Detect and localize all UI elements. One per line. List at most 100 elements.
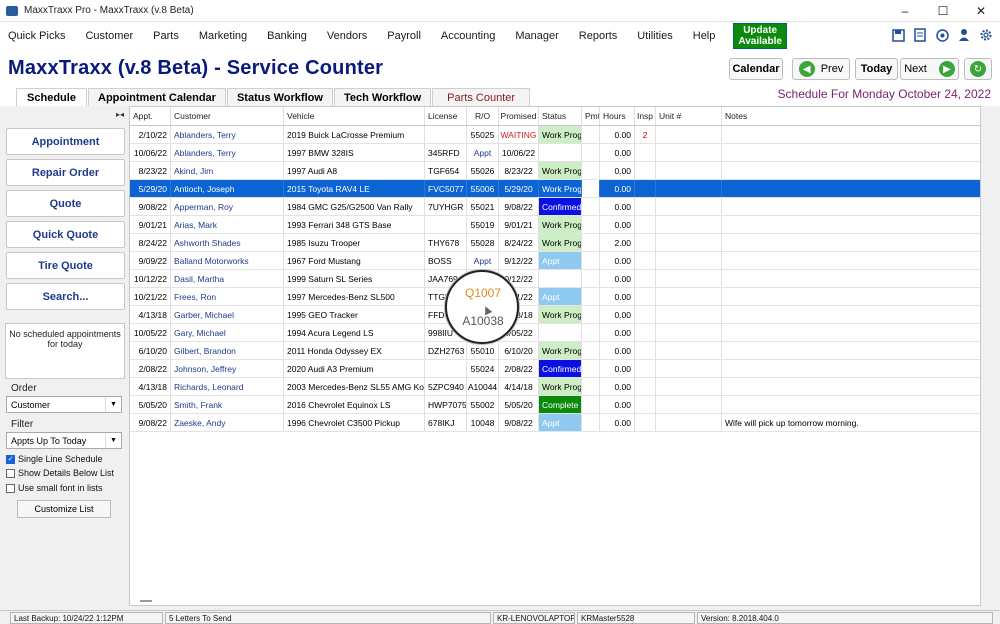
filter-select[interactable]: Appts Up To Today ▼ xyxy=(6,432,122,449)
table-row[interactable]: 10/06/22 Ablanders, Terry 1997 BMW 328IS 34… xyxy=(130,144,980,162)
search-button[interactable]: Search... xyxy=(6,283,125,310)
menu-vendors[interactable]: Vendors xyxy=(315,30,375,42)
menu-payroll[interactable]: Payroll xyxy=(375,30,429,42)
table-row[interactable]: 8/23/22 Akind, Jim 1997 Audi A8 TGF654 55026… xyxy=(130,162,980,180)
maximize-button[interactable]: ☐ xyxy=(924,0,962,22)
unit-number xyxy=(656,324,722,341)
pmt xyxy=(582,270,600,287)
col-promised[interactable]: Promised xyxy=(499,107,539,125)
table-row[interactable]: 9/08/22 Apperman, Roy 1984 GMC G25/G2500 V… xyxy=(130,198,980,216)
checkbox-box xyxy=(6,468,15,478)
quote-button[interactable]: Quote xyxy=(6,190,125,217)
status-badge: Appt xyxy=(539,414,582,431)
calendar-button[interactable]: Calendar xyxy=(729,58,783,80)
menu-manager[interactable]: Manager xyxy=(503,30,566,42)
menu-marketing[interactable]: Marketing xyxy=(187,30,255,42)
refresh-button[interactable]: ↻ xyxy=(964,58,992,80)
table-row[interactable]: 9/08/22 Zaeske, Andy 1996 Chevrolet C3500 … xyxy=(130,414,980,432)
phone-icon[interactable] xyxy=(934,26,950,44)
collapse-arrow-icon[interactable]: ▸◂ xyxy=(116,110,124,119)
tab-tech-workflow[interactable]: Tech Workflow xyxy=(333,88,432,106)
appt-date: 10/06/22 xyxy=(130,144,171,161)
menu-utilities[interactable]: Utilities xyxy=(625,30,680,42)
table-row[interactable]: 10/12/22 Dasil, Martha 1999 Saturn SL Seri… xyxy=(130,270,980,288)
unit-number xyxy=(656,144,722,161)
update-available-button[interactable]: Update Available xyxy=(733,23,787,49)
last-backup: Last Backup: 10/24/22 1:12PM xyxy=(10,612,163,624)
col-customer[interactable]: Customer xyxy=(171,107,284,125)
order-select[interactable]: Customer ▼ xyxy=(6,396,122,413)
status-badge xyxy=(539,324,582,341)
menu-quick-picks[interactable]: Quick Picks xyxy=(0,30,73,42)
appointment-button[interactable]: Appointment xyxy=(6,128,125,155)
col-license[interactable]: License xyxy=(425,107,467,125)
refresh-icon: ↻ xyxy=(970,61,986,77)
menu-accounting[interactable]: Accounting xyxy=(429,30,503,42)
col-hours[interactable]: Hours xyxy=(600,107,635,125)
table-row[interactable]: 4/13/18 Garber, Michael 1995 GEO Tracker FF… xyxy=(130,306,980,324)
today-button[interactable]: Today xyxy=(855,58,898,80)
table-row[interactable]: 6/10/20 Gilbert, Brandon 2011 Honda Odysse… xyxy=(130,342,980,360)
single-line-label: Single Line Schedule xyxy=(18,454,103,464)
col-ro[interactable]: R/O xyxy=(467,107,499,125)
show-details-checkbox[interactable]: Show Details Below List xyxy=(6,468,114,478)
prev-button[interactable]: ◀ Prev xyxy=(792,58,850,80)
appt-date: 10/05/22 xyxy=(130,324,171,341)
promised-date: 10/06/22 xyxy=(499,144,539,161)
table-row[interactable]: 2/08/22 Johnson, Jeffrey 2020 Audi A3 Prem… xyxy=(130,360,980,378)
table-row[interactable]: 4/13/18 Richards, Leonard 2003 Mercedes-Be… xyxy=(130,378,980,396)
repair-order-button[interactable]: Repair Order xyxy=(6,159,125,186)
col-vehicle[interactable]: Vehicle xyxy=(284,107,425,125)
quick-quote-button[interactable]: Quick Quote xyxy=(6,221,125,248)
table-row[interactable]: 10/21/22 Frees, Ron 1997 Mercedes-Benz SL5… xyxy=(130,288,980,306)
notes xyxy=(722,288,980,305)
vehicle: 2003 Mercedes-Benz SL55 AMG Ko xyxy=(284,378,425,395)
menu-customer[interactable]: Customer xyxy=(73,30,141,42)
table-row[interactable]: 9/01/21 Arias, Mark 1993 Ferrari 348 GTS B… xyxy=(130,216,980,234)
appt-date: 2/10/22 xyxy=(130,126,171,143)
col-unit[interactable]: Unit # xyxy=(656,107,722,125)
table-row[interactable]: 5/05/20 Smith, Frank 2016 Chevrolet Equino… xyxy=(130,396,980,414)
col-insp[interactable]: Insp xyxy=(635,107,656,125)
table-row[interactable]: 5/29/20 Antioch, Joseph 2015 Toyota RAV4 L… xyxy=(130,180,980,198)
small-font-checkbox[interactable]: Use small font in lists xyxy=(6,483,103,493)
document-icon[interactable] xyxy=(912,26,928,44)
close-button[interactable]: ✕ xyxy=(962,0,1000,22)
table-row[interactable]: 9/09/22 Balland Motorworks 1967 Ford Musta… xyxy=(130,252,980,270)
unit-number xyxy=(656,288,722,305)
grid-header: Appt. Customer Vehicle License R/O Promi… xyxy=(130,107,980,126)
col-appt[interactable]: Appt. xyxy=(130,107,171,125)
save-icon[interactable] xyxy=(890,26,906,44)
ro-number: 10048 xyxy=(467,414,499,431)
scroll-thumb[interactable] xyxy=(140,600,152,602)
col-pmt[interactable]: Pmt xyxy=(582,107,600,125)
hours: 0.00 xyxy=(600,162,635,179)
col-status[interactable]: Status xyxy=(539,107,582,125)
person-icon[interactable] xyxy=(956,26,972,44)
status-badge: Work Prog xyxy=(539,306,582,323)
order-label: Order xyxy=(11,383,37,394)
hours: 0.00 xyxy=(600,396,635,413)
menu-help[interactable]: Help xyxy=(681,30,724,42)
col-notes[interactable]: Notes xyxy=(722,107,980,125)
tab-schedule[interactable]: Schedule xyxy=(16,88,87,106)
customize-list-button[interactable]: Customize List xyxy=(17,500,111,518)
tab-status-workflow[interactable]: Status Workflow xyxy=(226,88,333,106)
tab-appointment-calendar[interactable]: Appointment Calendar xyxy=(88,88,226,106)
customer-name: Gary, Michael xyxy=(171,324,284,341)
customer-name: Arias, Mark xyxy=(171,216,284,233)
license: FVC5077 xyxy=(425,180,467,197)
next-button[interactable]: Next ▶ xyxy=(900,58,959,80)
menu-reports[interactable]: Reports xyxy=(567,30,626,42)
table-row[interactable]: 2/10/22 Ablanders, Terry 2019 Buick LaCros… xyxy=(130,126,980,144)
menu-parts[interactable]: Parts xyxy=(141,30,187,42)
gear-icon[interactable] xyxy=(978,26,994,44)
single-line-checkbox[interactable]: ✓ Single Line Schedule xyxy=(6,454,103,464)
table-row[interactable]: 8/24/22 Ashworth Shades 1985 Isuzu Trooper… xyxy=(130,234,980,252)
minimize-button[interactable]: – xyxy=(886,0,924,22)
table-row[interactable]: 10/05/22 Gary, Michael 1994 Acura Legend L… xyxy=(130,324,980,342)
license: BOSS xyxy=(425,252,467,269)
tire-quote-button[interactable]: Tire Quote xyxy=(6,252,125,279)
tab-parts-counter[interactable]: Parts Counter xyxy=(432,88,531,106)
menu-banking[interactable]: Banking xyxy=(255,30,315,42)
